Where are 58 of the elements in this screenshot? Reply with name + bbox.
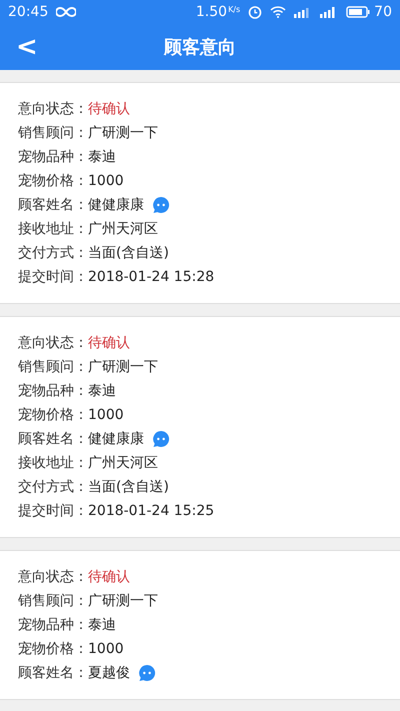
page-title: 顾客意向 <box>164 36 236 60</box>
field-label: 意向状态： <box>18 100 88 118</box>
field-label: 销售顾问： <box>18 358 88 376</box>
field-value: 泰迪 <box>88 382 116 400</box>
field-label: 意向状态： <box>18 334 88 352</box>
field-label: 宠物价格： <box>18 406 88 424</box>
field-label: 接收地址： <box>18 220 88 238</box>
network-speed: 1.50 <box>196 2 228 22</box>
field-label: 提交时间： <box>18 268 88 286</box>
field-value: 泰迪 <box>88 616 116 634</box>
field-value: 1000 <box>88 640 124 658</box>
field-label: 宠物品种： <box>18 148 88 166</box>
field-label: 宠物价格： <box>18 640 88 658</box>
field-label: 销售顾问： <box>18 592 88 610</box>
field-value: 当面(含自送) <box>88 244 169 262</box>
intent-card[interactable]: 意向状态：待确认 销售顾问：广研测一下 宠物品种：泰迪 宠物价格：1000 顾客姓名：健健康康 接收地址：广州天河区 交付方式：当面(含自送) 提交时间：2018-01-24 15:28 <box>0 82 400 304</box>
field-label: 宠物品种： <box>18 382 88 400</box>
field-label: 销售顾问： <box>18 124 88 142</box>
field-value: 健健康康 <box>88 196 144 214</box>
chat-icon[interactable] <box>152 196 170 214</box>
field-value: 广研测一下 <box>88 358 158 376</box>
field-value: 广州天河区 <box>88 454 158 472</box>
field-label: 顾客姓名： <box>18 664 88 682</box>
field-label: 提交时间： <box>18 502 88 520</box>
field-label: 顾客姓名： <box>18 430 88 448</box>
field-value: 待确认 <box>88 568 130 586</box>
field-value: 待确认 <box>88 334 130 352</box>
field-label: 顾客姓名： <box>18 196 88 214</box>
status-time: 20:45 <box>8 2 48 22</box>
alarm-clock-icon <box>248 5 262 19</box>
field-value: 泰迪 <box>88 148 116 166</box>
wifi-icon <box>270 6 286 18</box>
back-button[interactable]: < <box>0 34 54 60</box>
field-label: 意向状态： <box>18 568 88 586</box>
field-value: 夏越俊 <box>88 664 130 682</box>
field-value: 健健康康 <box>88 430 144 448</box>
field-label: 交付方式： <box>18 244 88 262</box>
intent-card[interactable]: 意向状态：待确认 销售顾问：广研测一下 宠物品种：泰迪 宠物价格：1000 顾客姓名：健健康康 接收地址：广州天河区 交付方式：当面(含自送) 提交时间：2018-01-24 15:25 <box>0 316 400 538</box>
field-value: 当面(含自送) <box>88 478 169 496</box>
intent-card[interactable]: 意向状态：待确认 销售顾问：广研测一下 宠物品种：泰迪 宠物价格：1000 顾客姓名：夏越俊 <box>0 550 400 700</box>
field-value: 待确认 <box>88 100 130 118</box>
battery-icon <box>346 6 370 18</box>
speed-unit: K/s <box>228 4 240 16</box>
field-value: 2018-01-24 15:28 <box>88 268 214 286</box>
field-label: 接收地址： <box>18 454 88 472</box>
chat-icon[interactable] <box>138 664 156 682</box>
field-value: 2018-01-24 15:25 <box>88 502 214 520</box>
field-value: 1000 <box>88 172 124 190</box>
field-value: 广研测一下 <box>88 124 158 142</box>
field-value: 1000 <box>88 406 124 424</box>
field-value: 广州天河区 <box>88 220 158 238</box>
field-value: 广研测一下 <box>88 592 158 610</box>
battery-level: 70 <box>374 2 392 22</box>
infinity-icon <box>56 7 76 17</box>
field-label: 宠物价格： <box>18 172 88 190</box>
chat-icon[interactable] <box>152 430 170 448</box>
field-label: 宠物品种： <box>18 616 88 634</box>
field-label: 交付方式： <box>18 478 88 496</box>
